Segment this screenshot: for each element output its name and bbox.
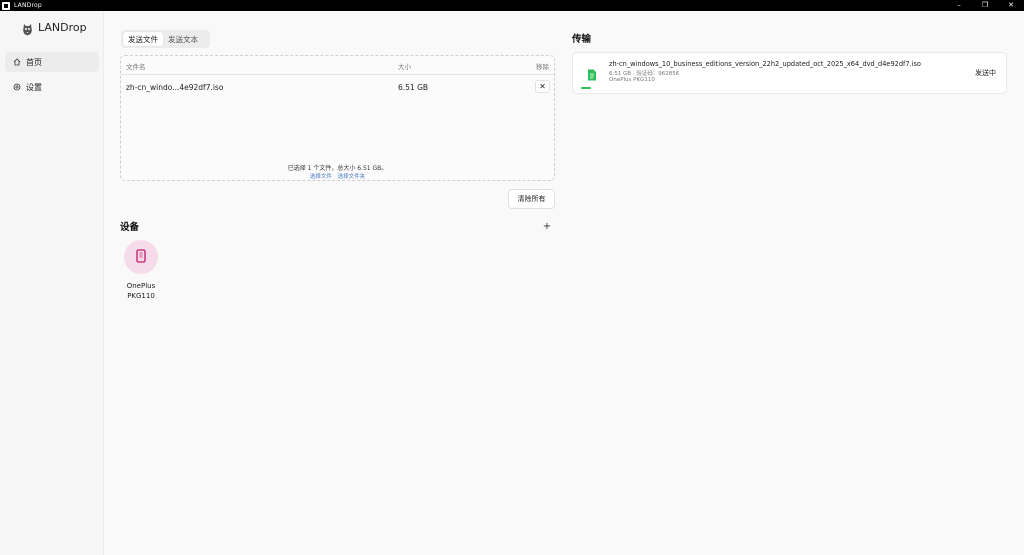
file-icon [587,66,597,85]
tab-send-text[interactable]: 发送文本 [163,32,203,46]
select-folder-link[interactable]: 选择文件夹 [338,174,366,180]
file-name: zh-cn_windo...4e92df7.iso [126,83,224,92]
selection-summary: 已选择 1 个文件，总大小 6.51 GB。 [287,165,388,172]
device-avatar [124,240,158,274]
window-controls: – ❐ ✕ [946,0,1024,11]
title-bar: LANDrop – ❐ ✕ [0,0,1024,11]
remove-file-button[interactable]: ✕ [535,80,550,93]
landrop-logo-icon [22,21,33,36]
transfer-meta: 6.51 GB · 验证码：962856 [609,71,680,77]
nav-item-settings[interactable]: 设置 [5,77,99,97]
nav-item-settings-label: 设置 [26,82,42,92]
table-row: zh-cn_windo...4e92df7.iso 6.51 GB ✕ [121,76,554,98]
app-icon [2,1,10,10]
close-button[interactable]: ✕ [998,0,1024,11]
transfer-title: 传输 [572,34,592,45]
tab-send-files[interactable]: 发送文件 [123,32,163,46]
nav-item-home[interactable]: 首页 [5,52,99,72]
transfer-progress-bar [581,87,591,89]
maximize-button[interactable]: ❐ [972,0,998,11]
devices-title: 设备 [120,222,140,233]
clear-all-button[interactable]: 清除所有 [508,189,555,209]
device-item[interactable]: OnePlus PKG110 [118,240,164,301]
send-mode-tabs: 发送文件 发送文本 [121,30,210,48]
nav-item-home-label: 首页 [26,57,42,67]
brand-name: LANDrop [38,21,87,34]
transfer-item[interactable]: zh-cn_windows_10_business_editions_versi… [572,52,1007,94]
brand: LANDrop [22,21,87,36]
add-device-button[interactable]: + [541,220,553,232]
transfer-status: 发送中 [975,69,996,77]
home-icon [13,58,21,66]
sidebar: LANDrop 首页 设置 [0,11,104,555]
phone-icon [136,248,146,267]
select-files-link[interactable]: 选择文件 [310,174,332,180]
transfer-device: OnePlus PKG110 [609,77,655,83]
device-name: OnePlus PKG110 [126,282,156,300]
file-table-header: 文件名 大小 移除 [121,56,554,75]
column-header-remove: 移除 [536,63,549,71]
file-size: 6.51 GB [398,83,429,92]
column-header-size: 大小 [398,63,411,71]
select-links: 选择文件 选择文件夹 [121,172,554,180]
window-title: LANDrop [14,2,42,9]
minimize-button[interactable]: – [946,0,972,11]
settings-icon [13,83,21,91]
transfer-filename: zh-cn_windows_10_business_editions_versi… [609,60,921,68]
column-header-name: 文件名 [126,63,146,71]
file-drop-area[interactable]: 文件名 大小 移除 zh-cn_windo...4e92df7.iso 6.51… [120,55,555,181]
